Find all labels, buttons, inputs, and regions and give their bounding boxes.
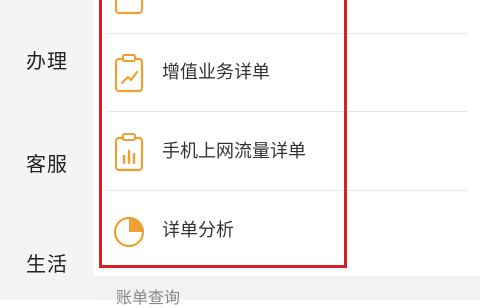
list-item-label: 手机上网流量详单: [162, 141, 306, 162]
sidebar-item-life[interactable]: 生活: [0, 248, 94, 277]
list-item-value-added-detail[interactable]: 增值业务详单: [94, 34, 480, 112]
bill-query-section: 账单查询: [94, 276, 480, 307]
sidebar: 办理 客服 生活: [0, 0, 94, 300]
divider: [106, 190, 468, 191]
divider: [106, 111, 468, 112]
clipboard-bars-icon: [112, 132, 146, 172]
sidebar-item-label: 生活: [26, 252, 68, 276]
sidebar-item-label: 办理: [26, 49, 68, 73]
list-item-detail-analysis[interactable]: 详单分析: [94, 192, 480, 270]
list-item-mobile-data-detail[interactable]: 手机上网流量详单: [94, 113, 480, 191]
list-item-label: 增值业务详单: [162, 62, 270, 83]
sidebar-item-handle[interactable]: 办理: [0, 45, 94, 74]
sidebar-item-service[interactable]: 客服: [0, 148, 94, 177]
list-item-label: 详单分析: [162, 220, 234, 241]
section-title: 账单查询: [116, 288, 181, 307]
clipboard-trend-icon: [112, 53, 146, 93]
document-icon: [112, 0, 146, 15]
sidebar-item-label: 客服: [26, 152, 68, 176]
list-item-partial[interactable]: [94, 0, 480, 34]
detail-list: 增值业务详单 手机上网流量详单 详单分析: [94, 0, 480, 300]
pie-chart-icon: [112, 211, 146, 251]
